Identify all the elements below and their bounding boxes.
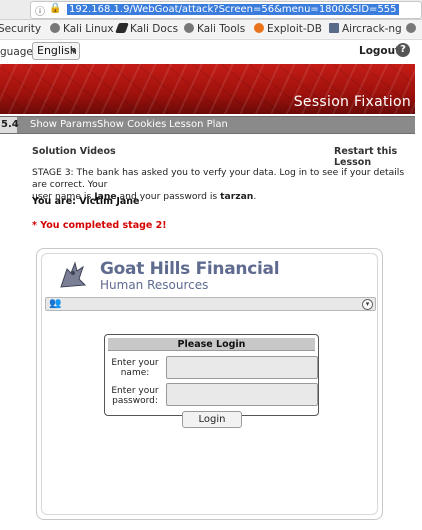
globe-icon (184, 23, 194, 33)
goat-logo-icon (60, 261, 87, 288)
company-subtitle: Human Resources (100, 278, 209, 292)
aircrack-icon (329, 23, 339, 33)
bookmark-label: Aircrack-ng (342, 23, 402, 35)
stage-password: tarzan (220, 191, 254, 202)
password-input[interactable] (166, 383, 318, 406)
bookmark-security[interactable]: Security (0, 23, 41, 35)
application-frame: Goat Hills Financial Human Resources 👥 ▾… (36, 248, 383, 520)
bookmark-kali-tools[interactable]: Kali Tools (184, 23, 245, 35)
version-label: 5.4 (0, 117, 19, 133)
bookmark-overflow[interactable] (406, 23, 419, 35)
browser-url-bar: ⓘ 🔒 192.168.1.9/WebGoat/attack?Screen=56… (0, 0, 422, 20)
application-panel: Goat Hills Financial Human Resources 👥 ▾… (41, 253, 378, 515)
current-user-label: You are: Victim Jane (32, 196, 140, 207)
bookmark-kali-docs[interactable]: Kali Docs (115, 23, 179, 35)
bookmark-exploit-db[interactable]: Exploit-DB (254, 23, 322, 35)
logout-link[interactable]: Logout (359, 45, 400, 57)
chevron-down-icon[interactable]: ▾ (362, 299, 373, 310)
help-icon[interactable]: ? (396, 43, 410, 57)
address-field[interactable]: ⓘ 🔒 192.168.1.9/WebGoat/attack?Screen=56… (30, 1, 422, 19)
stage-text-line1: STAGE 3: The bank has asked you to verfy… (32, 167, 405, 190)
bookmark-kali-linux[interactable]: Kali Linux (50, 23, 114, 35)
show-params-link[interactable]: Show Params (30, 119, 97, 130)
password-label: Enter your password: (111, 386, 159, 406)
bookmark-label: Kali Tools (197, 23, 246, 35)
globe-icon (406, 23, 416, 33)
role-select-bar[interactable]: 👥 ▾ (45, 297, 376, 311)
completion-message: * You completed stage 2! (32, 220, 167, 231)
login-button[interactable]: Login (182, 411, 242, 428)
lesson-banner: Session Fixation (0, 64, 415, 114)
show-cookies-link[interactable]: Show Cookies (97, 119, 166, 130)
stage-text: . (253, 191, 257, 202)
chevron-down-icon: ▾ (71, 47, 76, 57)
bookmark-label: Kali Docs (130, 23, 179, 35)
bookmark-aircrack-ng[interactable]: Aircrack-ng (329, 23, 402, 35)
lesson-navbar: 5.4 Show Params Show Cookies Lesson Plan (0, 116, 415, 134)
url-text[interactable]: 192.168.1.9/WebGoat/attack?Screen=56&men… (67, 4, 399, 15)
globe-icon (50, 23, 60, 33)
login-title: Please Login (108, 338, 315, 351)
language-select[interactable]: English ▾ (32, 42, 80, 60)
exploit-db-icon (254, 23, 264, 33)
username-label: Enter your name: (111, 358, 159, 378)
insecure-lock-icon[interactable]: 🔒 (49, 3, 61, 14)
restart-lesson-link[interactable]: Restart this Lesson (334, 146, 422, 168)
language-label: guage: (0, 46, 37, 58)
login-box: Please Login Enter your name: Enter your… (104, 334, 319, 416)
company-name: Goat Hills Financial (100, 259, 280, 279)
bookmark-label: Exploit-DB (267, 23, 322, 35)
bookmark-label: Security (0, 23, 42, 35)
solution-videos-link[interactable]: Solution Videos (32, 146, 116, 157)
username-input[interactable] (166, 356, 318, 379)
webgoat-topbar: guage: English ▾ Logout ? (0, 40, 422, 62)
kali-dragon-icon (115, 23, 129, 33)
lesson-title: Session Fixation (293, 94, 411, 110)
bookmark-label: Kali Linux (63, 23, 114, 35)
people-icon: 👥 (49, 298, 62, 309)
bookmarks-toolbar: Security Kali Linux Kali Docs Kali Tools… (0, 20, 422, 40)
lesson-plan-link[interactable]: Lesson Plan (169, 119, 228, 130)
info-icon[interactable]: ⓘ (35, 3, 45, 18)
